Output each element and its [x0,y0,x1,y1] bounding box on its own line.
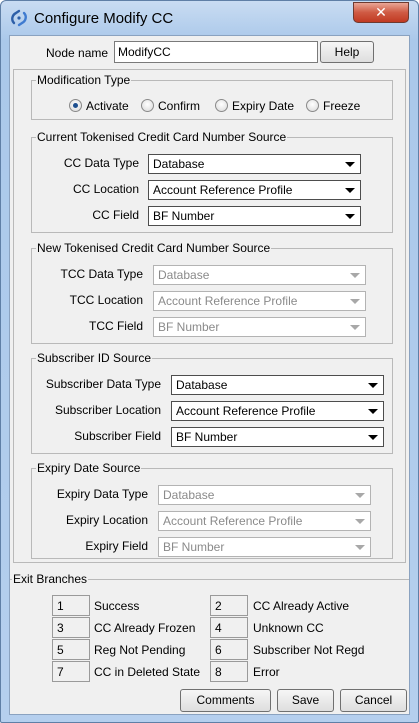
close-icon: ✕ [375,4,387,20]
expiry-location-value: Account Reference Profile [163,514,303,528]
chevron-down-icon [350,299,360,304]
help-button[interactable]: Help [320,41,374,63]
chevron-down-icon [350,273,360,278]
exit-branches-group: Exit Branches 1 Success 3 CC Already Fro… [10,572,409,683]
title-bar[interactable]: Configure Modify CC ✕ [1,1,418,35]
cc-field-select[interactable]: BF Number [148,206,361,226]
cc-location-value: Account Reference Profile [153,183,293,197]
cc-field-value: BF Number [153,209,215,223]
exit-branch-number: 2 [210,595,248,616]
cc-field-label: CC Field [92,208,139,222]
exit-branch-number: 3 [52,617,90,638]
node-name-input[interactable]: ModifyCC [114,41,318,63]
exit-branch-label: CC Already Active [253,599,350,613]
radio-expiry-date-label: Expiry Date [232,99,295,113]
chevron-down-icon [355,545,365,550]
current-cc-source-legend: Current Tokenised Credit Card Number Sou… [36,130,288,144]
expiry-field-label: Expiry Field [85,539,148,553]
chevron-down-icon [368,409,378,414]
comments-button[interactable]: Comments [180,689,271,712]
expiry-data-type-select[interactable]: Database [158,485,371,505]
chevron-down-icon [355,493,365,498]
cc-data-type-label: CC Data Type [63,156,139,170]
tcc-location-label: TCC Location [69,293,143,307]
subscriber-data-type-label: Subscriber Data Type [45,377,161,391]
save-button[interactable]: Save [277,689,334,712]
expiry-date-source-legend: Expiry Date Source [36,461,142,475]
chevron-down-icon [345,188,355,193]
tcc-location-value: Account Reference Profile [158,294,298,308]
tcc-data-type-select[interactable]: Database [153,265,366,285]
exit-branch-label: Subscriber Not Regd [253,643,365,657]
exit-branches-legend: Exit Branches [12,572,89,586]
close-button[interactable]: ✕ [353,2,409,23]
chevron-down-icon [345,162,355,167]
expiry-field-select[interactable]: BF Number [158,537,371,557]
expiry-location-select[interactable]: Account Reference Profile [158,511,371,531]
exit-branch-label: Success [94,599,140,613]
exit-branch-number: 1 [52,595,90,616]
exit-branch-label: Unknown CC [253,621,324,635]
exit-branch-number: 6 [210,639,248,660]
modification-type-group: Modification Type Activate Confirm Expir… [31,73,393,120]
expiry-field-value: BF Number [163,540,225,554]
radio-confirm-label: Confirm [158,99,201,113]
settings-container: Modification Type Activate Confirm Expir… [13,69,406,563]
chevron-down-icon [368,383,378,388]
radio-freeze-indicator [306,99,319,112]
subscriber-id-source-legend: Subscriber ID Source [36,351,153,365]
dialog-window: Configure Modify CC ✕ Node name ModifyCC… [0,0,419,723]
cancel-button[interactable]: Cancel [340,689,407,712]
cc-data-type-value: Database [153,157,205,171]
window-title: Configure Modify CC [34,10,174,27]
chevron-down-icon [368,435,378,440]
tcc-field-value: BF Number [158,320,220,334]
cc-data-type-select[interactable]: Database [148,154,361,174]
subscriber-field-value: BF Number [176,430,238,444]
radio-activate-indicator [69,99,82,112]
modification-type-legend: Modification Type [36,73,132,87]
app-icon [11,9,27,27]
exit-branch-label: CC in Deleted State [94,665,201,679]
radio-confirm-indicator [141,99,154,112]
cc-location-label: CC Location [72,182,139,196]
cc-location-select[interactable]: Account Reference Profile [148,180,361,200]
expiry-location-label: Expiry Location [65,513,148,527]
radio-freeze-label: Freeze [323,99,361,113]
exit-branch-number: 5 [52,639,90,660]
subscriber-field-label: Subscriber Field [74,429,161,443]
tcc-data-type-label: TCC Data Type [60,267,143,281]
chevron-down-icon [350,325,360,330]
tcc-location-select[interactable]: Account Reference Profile [153,291,366,311]
expiry-data-type-label: Expiry Data Type [56,487,148,501]
exit-branch-label: Reg Not Pending [94,643,186,657]
exit-branch-number: 7 [52,661,90,682]
new-cc-source-legend: New Tokenised Credit Card Number Source [36,241,272,255]
exit-branch-number: 8 [210,661,248,682]
dialog-body: Node name ModifyCC Help Modification Typ… [9,35,410,715]
subscriber-location-value: Account Reference Profile [176,404,316,418]
expiry-data-type-value: Database [163,488,215,502]
radio-expiry-date-indicator [215,99,228,112]
subscriber-data-type-select[interactable]: Database [171,375,384,395]
subscriber-id-source-group: Subscriber ID Source Subscriber Data Typ… [31,351,393,454]
tcc-data-type-value: Database [158,268,210,282]
new-cc-source-group: New Tokenised Credit Card Number Source … [31,241,393,344]
subscriber-location-select[interactable]: Account Reference Profile [171,401,384,421]
tcc-field-select[interactable]: BF Number [153,317,366,337]
chevron-down-icon [345,214,355,219]
node-name-label: Node name [46,46,109,60]
current-cc-source-group: Current Tokenised Credit Card Number Sou… [31,130,393,233]
subscriber-field-select[interactable]: BF Number [171,427,384,447]
tcc-field-label: TCC Field [88,319,143,333]
expiry-date-source-group: Expiry Date Source Expiry Data Type Data… [31,461,393,559]
exit-branch-label: CC Already Frozen [94,621,196,635]
exit-branch-number: 4 [210,617,248,638]
subscriber-data-type-value: Database [176,378,228,392]
subscriber-location-label: Subscriber Location [54,403,161,417]
exit-branch-label: Error [253,665,280,679]
radio-activate-label: Activate [86,99,129,113]
chevron-down-icon [355,519,365,524]
